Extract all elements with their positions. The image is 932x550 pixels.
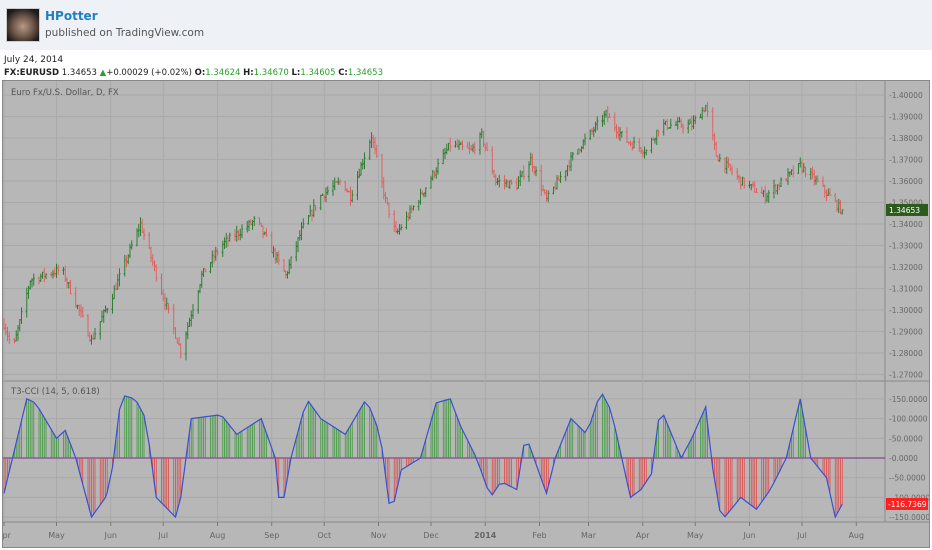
high-label: H: (243, 68, 254, 78)
time-label: Jun (104, 531, 118, 540)
time-label: Jul (796, 531, 807, 540)
time-label: Aug (848, 531, 864, 540)
time-label: Jun (742, 531, 756, 540)
cci-tick-label: --150.0000 (889, 513, 929, 522)
price-tick-label: -1.39000 (889, 113, 923, 122)
publisher-header: HPotter published on TradingView.com (0, 0, 932, 50)
low-label: L: (291, 68, 301, 78)
price-tick-label: -1.36000 (889, 177, 923, 186)
cci-tick-label: --50.0000 (889, 474, 926, 483)
low-value: 1.34605 (300, 68, 336, 78)
change: +0.00029 (+0.02%) (106, 68, 192, 78)
time-label: Nov (371, 531, 387, 540)
price-tick-label: -1.30000 (889, 306, 923, 315)
chart-title: Euro Fx/U.S. Dollar, D, FX (11, 88, 119, 98)
symbol: FX:EURUSD (4, 68, 60, 78)
chart-canvas[interactable]: Apr May Jun Jul Aug Sep Oct Nov Dec 2014 Feb Mar Apr… (3, 81, 929, 547)
high-value: 1.34670 (253, 68, 289, 78)
last-price-label: 1.34653 (889, 206, 920, 215)
time-label: Feb (532, 531, 546, 540)
time-label: Dec (423, 531, 438, 540)
price-tick-label: -1.38000 (889, 134, 923, 143)
time-label: May (48, 531, 65, 540)
close-label: C: (338, 68, 348, 78)
open-value: 1.34624 (205, 68, 241, 78)
close-value: 1.34653 (347, 68, 383, 78)
cci-tick-label: -50.0000 (889, 434, 923, 443)
price-tick-label: -1.33000 (889, 242, 923, 251)
quote-line: FX:EURUSD 1.34653 ▲+0.00029 (+0.02%) O:1… (4, 68, 383, 78)
price-tick-label: -1.34000 (889, 220, 923, 229)
price-tick-label: -1.28000 (889, 349, 923, 358)
time-label: Sep (264, 531, 279, 540)
chart-area[interactable]: Apr May Jun Jul Aug Sep Oct Nov Dec 2014 Feb Mar Apr… (2, 80, 930, 548)
time-label: Apr (3, 531, 12, 540)
indicator-title: T3-CCI (14, 5, 0.618) (11, 387, 100, 397)
time-label: May (687, 531, 704, 540)
price-tick-label: -1.31000 (889, 285, 923, 294)
time-label: Oct (317, 531, 331, 540)
price-tick-label: -1.32000 (889, 263, 923, 272)
cci-tick-label: -100.0000 (889, 415, 928, 424)
last-price: 1.34653 (61, 68, 97, 78)
last-cci-label: -116.7369 (888, 500, 927, 509)
cci-tick-label: -0.0000 (889, 454, 918, 463)
username-link[interactable]: HPotter (45, 9, 98, 23)
price-tick-label: -1.37000 (889, 156, 923, 165)
time-label: Jul (157, 531, 168, 540)
chart-date: July 24, 2014 (4, 55, 64, 65)
cci-tick-label: -150.0000 (889, 395, 928, 404)
time-label: Mar (581, 531, 597, 540)
time-label: 2014 (474, 531, 497, 540)
published-note: published on TradingView.com (45, 27, 205, 39)
open-label: O: (194, 68, 206, 78)
price-tick-label: -1.29000 (889, 328, 923, 337)
price-tick-label: -1.27000 (889, 371, 923, 380)
time-label: Apr (636, 531, 651, 540)
avatar[interactable] (6, 8, 40, 42)
price-tick-label: -1.40000 (889, 91, 923, 100)
time-label: Aug (210, 531, 226, 540)
